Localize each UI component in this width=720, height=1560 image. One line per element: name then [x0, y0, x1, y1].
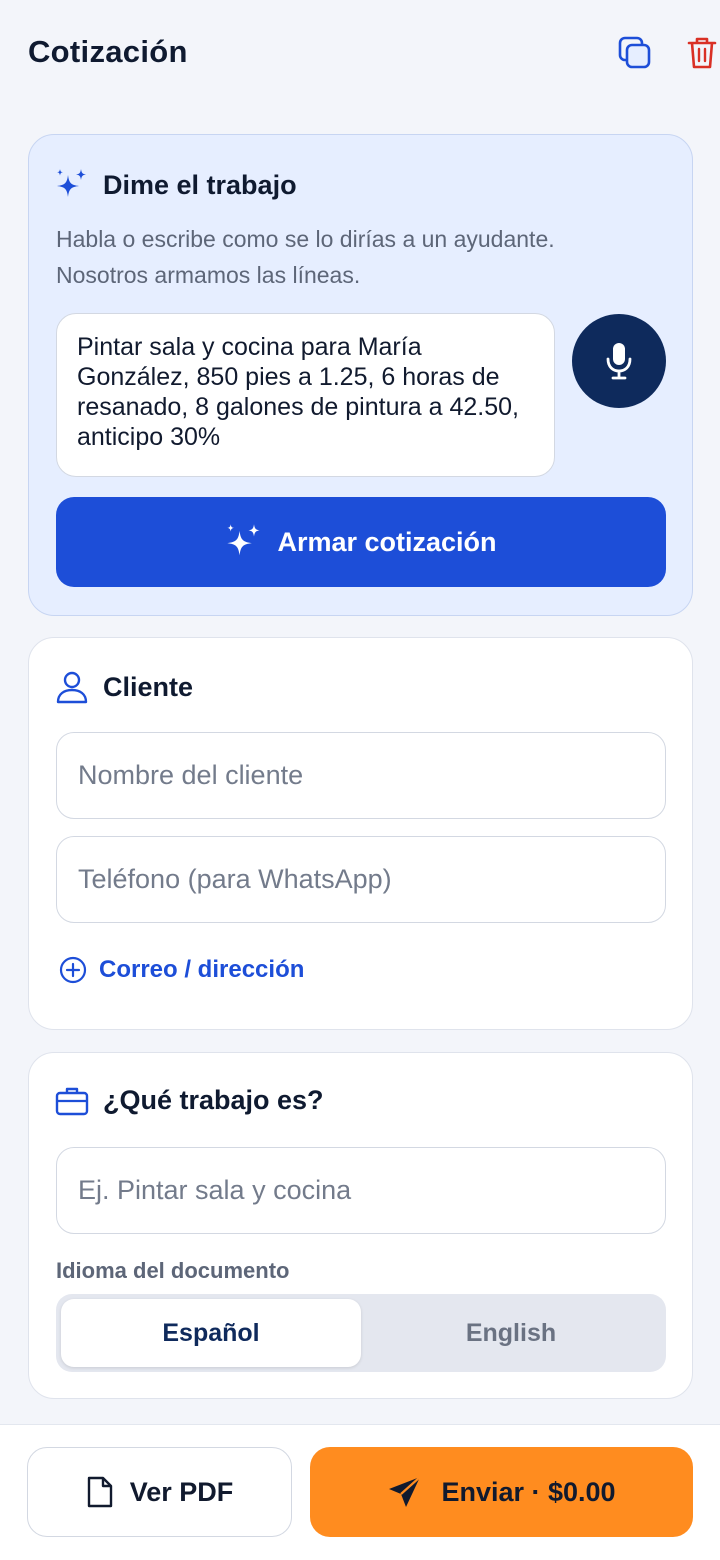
document-language-label: Idioma del documento: [56, 1258, 290, 1283]
client-card: Cliente Correo / dirección: [28, 637, 693, 1030]
ai-card-header: Dime el trabajo: [55, 167, 297, 203]
job-title-input[interactable]: [56, 1147, 666, 1234]
user-icon: [56, 671, 88, 704]
job-card-header: ¿Qué trabajo es?: [55, 1085, 324, 1116]
build-quote-label: Armar cotización: [277, 526, 497, 557]
job-card: ¿Qué trabajo es? Idioma del documento Es…: [28, 1052, 693, 1399]
build-quote-button[interactable]: Armar cotización: [56, 497, 666, 587]
view-pdf-label: Ver PDF: [129, 1476, 234, 1507]
ai-card-subtitle: Habla o escribe como se lo dirías a un a…: [56, 226, 555, 288]
duplicate-button[interactable]: [616, 34, 654, 72]
microphone-icon: [606, 343, 632, 380]
ai-quote-card: Dime el trabajo Habla o escribe como se …: [28, 134, 693, 616]
delete-button[interactable]: [683, 34, 720, 72]
trash-icon: [687, 37, 717, 69]
sparkles-icon: [227, 524, 261, 556]
language-option-english[interactable]: English: [361, 1299, 661, 1367]
copy-icon: [618, 36, 651, 69]
job-card-title: ¿Qué trabajo es?: [103, 1085, 324, 1115]
briefcase-icon: [55, 1087, 89, 1115]
send-quote-button[interactable]: Enviar · $0.00: [310, 1447, 693, 1537]
top-bar: Cotización: [0, 0, 720, 104]
client-phone-input[interactable]: [56, 836, 666, 923]
bottom-action-bar: Ver PDF Enviar · $0.00: [0, 1424, 720, 1560]
language-toggle: Español English: [56, 1294, 666, 1372]
client-card-title: Cliente: [103, 671, 194, 702]
document-icon: [87, 1476, 112, 1508]
plus-circle-icon: [59, 956, 87, 984]
view-pdf-button[interactable]: Ver PDF: [27, 1447, 292, 1537]
send-icon: [389, 1476, 422, 1507]
add-email-address-label: Correo / dirección: [99, 956, 305, 983]
sparkles-icon: [57, 169, 86, 197]
language-option-spanish[interactable]: Español: [61, 1299, 361, 1367]
send-quote-label: Enviar · $0.00: [441, 1476, 616, 1507]
client-card-header: Cliente: [55, 670, 193, 704]
add-email-address-link[interactable]: Correo / dirección: [59, 956, 304, 984]
client-name-input[interactable]: [56, 732, 666, 819]
job-description-textarea[interactable]: Pintar sala y cocina para María González…: [56, 313, 555, 477]
ai-card-title: Dime el trabajo: [103, 169, 297, 200]
voice-input-button[interactable]: [572, 314, 666, 408]
page-title: Cotización: [28, 34, 188, 69]
